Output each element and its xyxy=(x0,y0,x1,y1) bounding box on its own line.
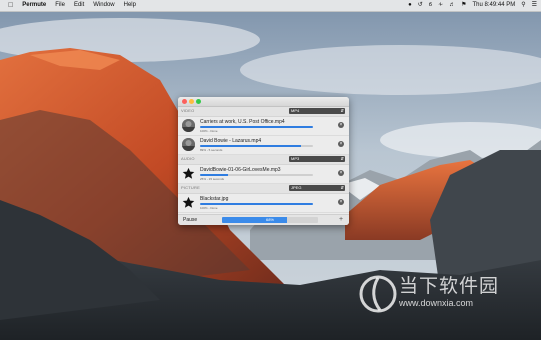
window-minimize-button[interactable] xyxy=(189,99,194,104)
remove-item-button[interactable]: × xyxy=(338,141,344,147)
format-select[interactable]: MP3 ⇵ xyxy=(289,156,345,162)
section-header-audio: AUDIO MP3 ⇵ xyxy=(178,155,349,165)
star-icon xyxy=(182,196,195,209)
clock[interactable]: Thu 8:49:44 PM xyxy=(473,0,516,11)
add-file-button[interactable]: + xyxy=(339,216,343,223)
total-progress-label: 68% xyxy=(265,217,274,222)
apple-menu-icon[interactable]:  xyxy=(8,0,13,11)
pause-button[interactable]: Pause xyxy=(183,217,197,223)
menu-help[interactable]: Help xyxy=(124,0,136,11)
permute-window: VIDEO MP4 ⇵ Carriers at work, U.S. Post Off… xyxy=(178,97,349,225)
progress-bar xyxy=(200,145,313,147)
desktop:  Permute File Edit Window Help ● ↺ ϭ ∻ … xyxy=(0,0,541,340)
search-icon[interactable]: ⚲ xyxy=(521,0,525,11)
progress-status: 100% - Done xyxy=(200,206,218,210)
section-label: VIDEO xyxy=(181,108,195,113)
chevron-updown-icon: ⇵ xyxy=(340,108,344,113)
status-area: ● ↺ ϭ ∻ ♬ ⚑ Thu 8:49:44 PM ⚲ ☰ xyxy=(402,0,537,11)
menu-window[interactable]: Window xyxy=(93,0,114,11)
remove-item-button[interactable]: × xyxy=(338,170,344,176)
time-machine-icon[interactable]: ↺ xyxy=(418,0,423,11)
format-select-value: MP3 xyxy=(291,156,300,161)
file-name: Blackstar.jpg xyxy=(200,196,229,202)
menu-app-name[interactable]: Permute xyxy=(22,0,46,11)
format-select[interactable]: JPEG ⇵ xyxy=(289,185,345,191)
section-header-video: VIDEO MP4 ⇵ xyxy=(178,107,349,117)
watermark-title: 当下软件园 xyxy=(399,275,500,297)
list-item[interactable]: David Bowie - Lazarus.mp4 89% - 5 seconds… xyxy=(178,136,349,155)
list-item[interactable]: Carriers at work, U.S. Post Office.mp4 10… xyxy=(178,117,349,136)
progress-status: 100% - Done xyxy=(200,129,218,133)
chevron-updown-icon: ⇵ xyxy=(340,185,344,190)
video-thumbnail xyxy=(182,138,195,151)
star-icon xyxy=(182,167,195,180)
total-progress-bar: 68% xyxy=(222,217,318,223)
file-name: David Bowie - Lazarus.mp4 xyxy=(200,138,262,144)
progress-fill xyxy=(200,126,313,128)
menu-edit[interactable]: Edit xyxy=(74,0,84,11)
section-label: PICTURE xyxy=(181,185,200,190)
window-close-button[interactable] xyxy=(182,99,187,104)
notification-list-icon[interactable]: ☰ xyxy=(532,0,537,11)
bottom-bar: Pause 68% + xyxy=(178,214,349,225)
progress-fill xyxy=(200,174,229,176)
watermark-url: www.downxia.com xyxy=(399,298,474,308)
progress-status: 25% - 15 seconds xyxy=(200,177,225,181)
progress-fill xyxy=(200,203,313,205)
file-name: DavidBowie-01-06-GirLovesMe.mp3 xyxy=(200,167,281,173)
remove-item-button[interactable]: × xyxy=(338,199,344,205)
menu-bar:  Permute File Edit Window Help ● ↺ ϭ ∻ … xyxy=(0,0,541,12)
remove-item-button[interactable]: × xyxy=(338,122,344,128)
chevron-updown-icon: ⇵ xyxy=(340,156,344,161)
video-thumbnail xyxy=(182,119,195,132)
watermark-logo-icon xyxy=(359,275,397,313)
menu-file[interactable]: File xyxy=(55,0,65,11)
format-select-value: MP4 xyxy=(291,108,300,113)
list-item[interactable]: Blackstar.jpg 100% - Done × xyxy=(178,194,349,213)
progress-bar xyxy=(200,126,313,128)
list-item[interactable]: DavidBowie-01-06-GirLovesMe.mp3 25% - 15 … xyxy=(178,165,349,184)
progress-bar xyxy=(200,203,313,205)
wifi-icon[interactable]: ∻ xyxy=(438,0,443,11)
volume-icon[interactable]: ♬ xyxy=(449,0,455,11)
section-header-picture: PICTURE JPEG ⇵ xyxy=(178,184,349,194)
format-select[interactable]: MP4 ⇵ xyxy=(289,108,345,114)
file-name: Carriers at work, U.S. Post Office.mp4 xyxy=(200,119,285,125)
format-select-value: JPEG xyxy=(291,185,302,190)
flag-icon[interactable]: ⚑ xyxy=(461,0,466,11)
section-label: AUDIO xyxy=(181,156,195,161)
permute-status-icon[interactable]: ● xyxy=(408,0,412,11)
watermark: 当下软件园 www.downxia.com xyxy=(358,268,528,322)
progress-bar xyxy=(200,174,313,176)
bluetooth-icon[interactable]: ϭ xyxy=(429,0,432,11)
progress-status: 89% - 5 seconds xyxy=(200,148,223,152)
progress-fill xyxy=(200,145,301,147)
title-bar[interactable] xyxy=(178,97,349,107)
window-zoom-button[interactable] xyxy=(196,99,201,104)
